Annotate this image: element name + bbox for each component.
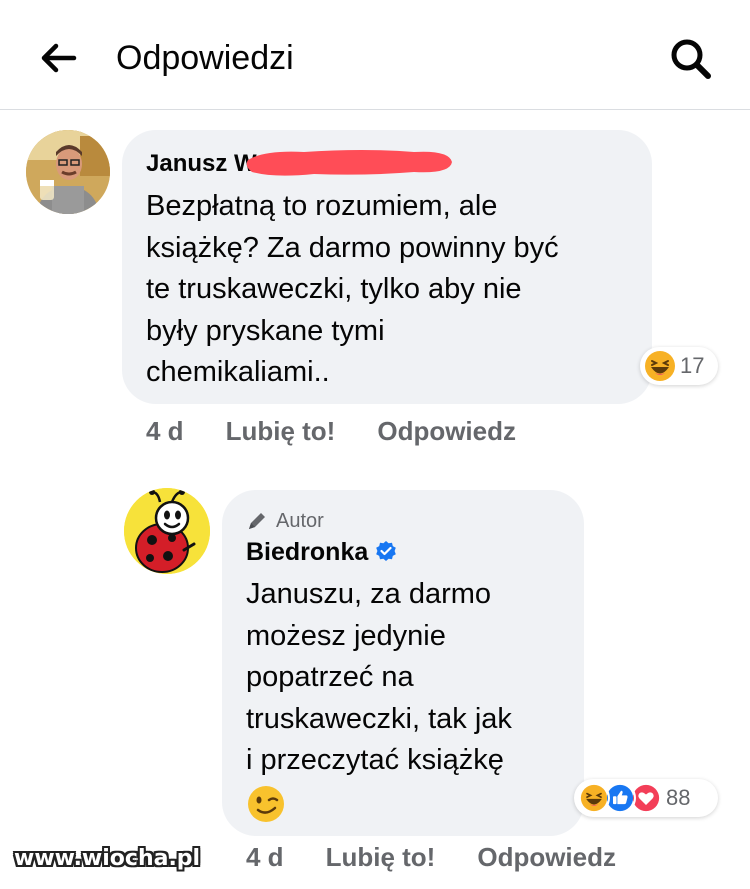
comment-actions: 4 d Lubię to! Odpowiedz [146,414,516,448]
like-button[interactable]: Lubię to! [326,842,436,873]
verified-badge-icon [376,541,397,561]
back-button[interactable] [36,38,80,78]
comment-timestamp[interactable]: 4 d [246,842,284,873]
reactions-summary[interactable]: 17 [640,347,718,385]
author-badge: Autor [246,508,324,534]
comment-text: Bezpłatną to rozumiem, ale książkę? Za d… [146,190,559,388]
wink-emoji [248,786,284,822]
comment-author[interactable]: Janusz W [146,150,257,178]
pencil-icon [249,513,265,529]
avatar-biedronka[interactable] [124,488,210,574]
page-title: Odpowiedzi [116,39,294,77]
haha-reaction-icon [645,351,675,381]
comment-text: Januszu, za darmo możesz jedynie popatrz… [246,578,512,776]
reaction-count: 17 [680,353,705,378]
comment-author[interactable]: Biedronka [246,538,368,566]
avatar-janusz[interactable] [26,130,110,214]
arrow-left-icon [41,43,77,73]
comment-timestamp[interactable]: 4 d [146,416,184,447]
reply-button[interactable]: Odpowiedz [477,842,616,873]
search-button[interactable] [666,34,716,84]
search-icon [671,39,711,79]
top-bar: Odpowiedzi [0,0,750,110]
watermark: www.wiocha.pl [14,846,201,871]
like-button[interactable]: Lubię to! [226,416,336,447]
author-badge-label: Autor [276,509,324,532]
redaction-mark [246,150,452,176]
reaction-count: 88 [666,785,691,810]
reply-button[interactable]: Odpowiedz [377,416,516,447]
comment-actions: 4 d Lubię to! Odpowiedz [246,840,616,874]
reactions-summary[interactable]: 88 [574,779,718,817]
haha-reaction-icon [578,782,610,814]
comment-author-row: Biedronka [246,536,398,568]
